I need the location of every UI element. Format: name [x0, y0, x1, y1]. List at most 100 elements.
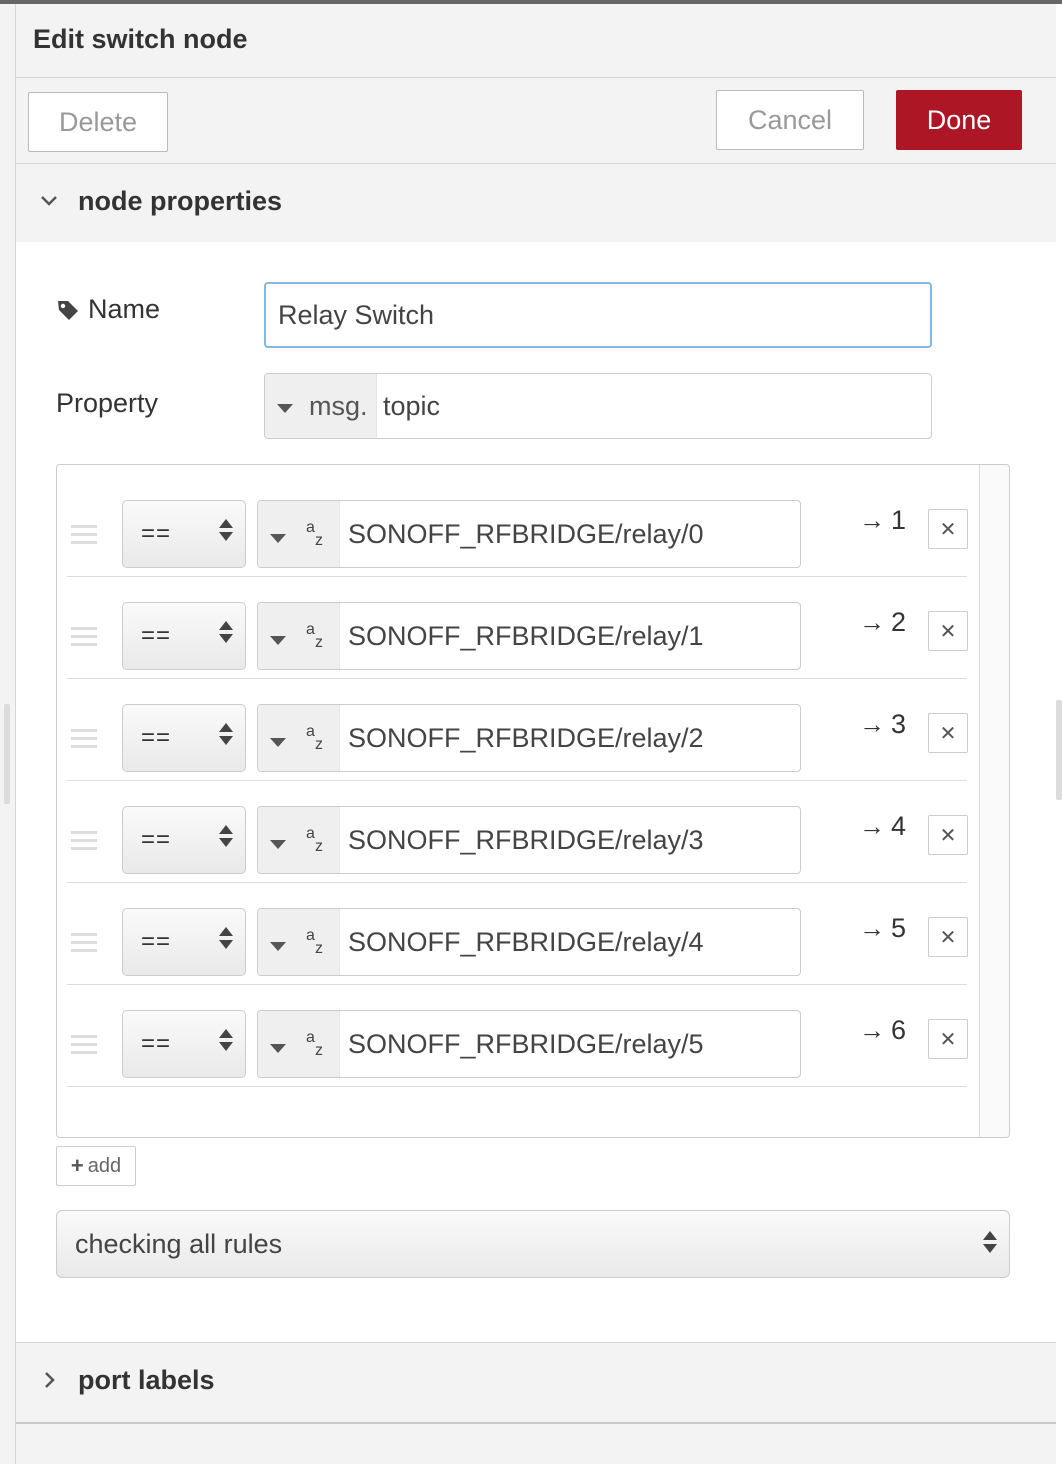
drag-handle-icon[interactable]: [71, 525, 97, 549]
workspace-edge: [0, 4, 16, 1464]
tray-header: Edit switch node: [16, 4, 1056, 78]
caret-down-icon: [277, 403, 293, 413]
select-arrows-icon: [219, 621, 233, 643]
section-node-properties[interactable]: node properties: [16, 164, 1056, 242]
string-type-icon: az: [306, 723, 323, 753]
remove-icon: ✕: [939, 926, 957, 949]
string-type-icon: az: [306, 825, 323, 855]
rule-value-type-selector[interactable]: az: [258, 501, 340, 567]
cancel-button[interactable]: Cancel: [716, 90, 864, 150]
section-title-node-properties: node properties: [78, 186, 283, 216]
rule-value[interactable]: SONOFF_RFBRIDGE/relay/0: [348, 519, 704, 550]
remove-rule-button[interactable]: ✕: [928, 509, 968, 549]
select-arrows-icon: [983, 1231, 997, 1253]
remove-icon: ✕: [939, 824, 957, 847]
rule-row: == az SONOFF_RFBRIDGE/relay/0 → 1 ✕: [67, 475, 968, 577]
select-arrows-icon: [219, 825, 233, 847]
caret-down-icon: [270, 534, 286, 543]
tray-title: Edit switch node: [33, 24, 248, 54]
rule-value[interactable]: SONOFF_RFBRIDGE/relay/5: [348, 1029, 704, 1060]
add-rule-label: add: [87, 1154, 122, 1177]
property-type-selector[interactable]: msg.: [265, 374, 377, 438]
chevron-down-icon: [41, 196, 57, 206]
remove-rule-button[interactable]: ✕: [928, 815, 968, 855]
rule-value-type-selector[interactable]: az: [258, 705, 340, 771]
remove-icon: ✕: [939, 1028, 957, 1051]
rule-value-input[interactable]: az SONOFF_RFBRIDGE/relay/0: [257, 500, 801, 568]
rule-output-port: → 2: [859, 607, 907, 637]
caret-down-icon: [270, 1044, 286, 1053]
select-arrows-icon: [219, 519, 233, 541]
rule-output-port: → 4: [859, 811, 907, 841]
remove-rule-button[interactable]: ✕: [928, 713, 968, 753]
rule-output-port: → 3: [859, 709, 907, 739]
rule-value-type-selector[interactable]: az: [258, 807, 340, 873]
tray-footer: [16, 1424, 1056, 1464]
checking-mode-select[interactable]: checking all rules: [56, 1210, 1010, 1278]
remove-icon: ✕: [939, 518, 957, 541]
drag-handle-icon[interactable]: [71, 1035, 97, 1059]
rule-operator-select[interactable]: ==: [122, 806, 246, 874]
caret-down-icon: [270, 942, 286, 951]
rule-value-input[interactable]: az SONOFF_RFBRIDGE/relay/3: [257, 806, 801, 874]
remove-rule-button[interactable]: ✕: [928, 611, 968, 651]
drag-handle-icon[interactable]: [71, 831, 97, 855]
rule-operator: ==: [141, 928, 172, 955]
string-type-icon: az: [306, 621, 323, 651]
section-port-labels[interactable]: port labels: [16, 1342, 1056, 1424]
rule-value[interactable]: SONOFF_RFBRIDGE/relay/1: [348, 621, 704, 652]
rule-value-input[interactable]: az SONOFF_RFBRIDGE/relay/2: [257, 704, 801, 772]
rule-value-input[interactable]: az SONOFF_RFBRIDGE/relay/5: [257, 1010, 801, 1078]
delete-button[interactable]: Delete: [28, 92, 168, 152]
drag-handle-icon[interactable]: [71, 729, 97, 753]
rule-row: == az SONOFF_RFBRIDGE/relay/3 → 4 ✕: [67, 781, 968, 883]
edit-tray: Edit switch node Delete Cancel Done node…: [16, 4, 1056, 1464]
caret-down-icon: [270, 636, 286, 645]
section-title-port-labels: port labels: [78, 1365, 215, 1395]
string-type-icon: az: [306, 519, 323, 549]
rule-value-input[interactable]: az SONOFF_RFBRIDGE/relay/1: [257, 602, 801, 670]
remove-icon: ✕: [939, 722, 957, 745]
rule-value[interactable]: SONOFF_RFBRIDGE/relay/3: [348, 825, 704, 856]
drag-handle-icon[interactable]: [71, 933, 97, 957]
select-arrows-icon: [219, 1029, 233, 1051]
rule-value[interactable]: SONOFF_RFBRIDGE/relay/2: [348, 723, 704, 754]
rule-value-type-selector[interactable]: az: [258, 603, 340, 669]
plus-icon: +: [70, 1153, 84, 1178]
remove-rule-button[interactable]: ✕: [928, 917, 968, 957]
rule-operator: ==: [141, 826, 172, 853]
property-value[interactable]: topic: [383, 374, 440, 438]
select-arrows-icon: [219, 723, 233, 745]
rule-operator-select[interactable]: ==: [122, 500, 246, 568]
property-input[interactable]: msg. topic: [264, 373, 932, 439]
rule-operator-select[interactable]: ==: [122, 908, 246, 976]
rules-scrollbar[interactable]: [979, 465, 1009, 1137]
remove-icon: ✕: [939, 620, 957, 643]
drag-handle-icon[interactable]: [71, 627, 97, 651]
resize-handle-right[interactable]: [1056, 700, 1062, 800]
resize-handle-left[interactable]: [4, 704, 10, 804]
done-button[interactable]: Done: [896, 90, 1022, 150]
rule-operator: ==: [141, 622, 172, 649]
rule-row: == az SONOFF_RFBRIDGE/relay/2 → 3 ✕: [67, 679, 968, 781]
rule-operator-select[interactable]: ==: [122, 1010, 246, 1078]
string-type-icon: az: [306, 1029, 323, 1059]
rule-value-input[interactable]: az SONOFF_RFBRIDGE/relay/4: [257, 908, 801, 976]
string-type-icon: az: [306, 927, 323, 957]
remove-rule-button[interactable]: ✕: [928, 1019, 968, 1059]
rule-value-type-selector[interactable]: az: [258, 1011, 340, 1077]
rule-operator-select[interactable]: ==: [122, 602, 246, 670]
rule-value[interactable]: SONOFF_RFBRIDGE/relay/4: [348, 927, 704, 958]
select-arrows-icon: [219, 927, 233, 949]
rule-row: == az SONOFF_RFBRIDGE/relay/1 → 2 ✕: [67, 577, 968, 679]
caret-down-icon: [270, 840, 286, 849]
rule-value-type-selector[interactable]: az: [258, 909, 340, 975]
add-rule-button[interactable]: + add: [56, 1146, 136, 1186]
rule-operator-select[interactable]: ==: [122, 704, 246, 772]
name-input[interactable]: Relay Switch: [264, 282, 932, 348]
chevron-right-icon: [45, 1372, 55, 1388]
tray-toolbar: Delete Cancel Done: [16, 78, 1056, 164]
checking-mode-value: checking all rules: [75, 1229, 283, 1259]
caret-down-icon: [270, 738, 286, 747]
property-label: Property: [56, 388, 159, 418]
